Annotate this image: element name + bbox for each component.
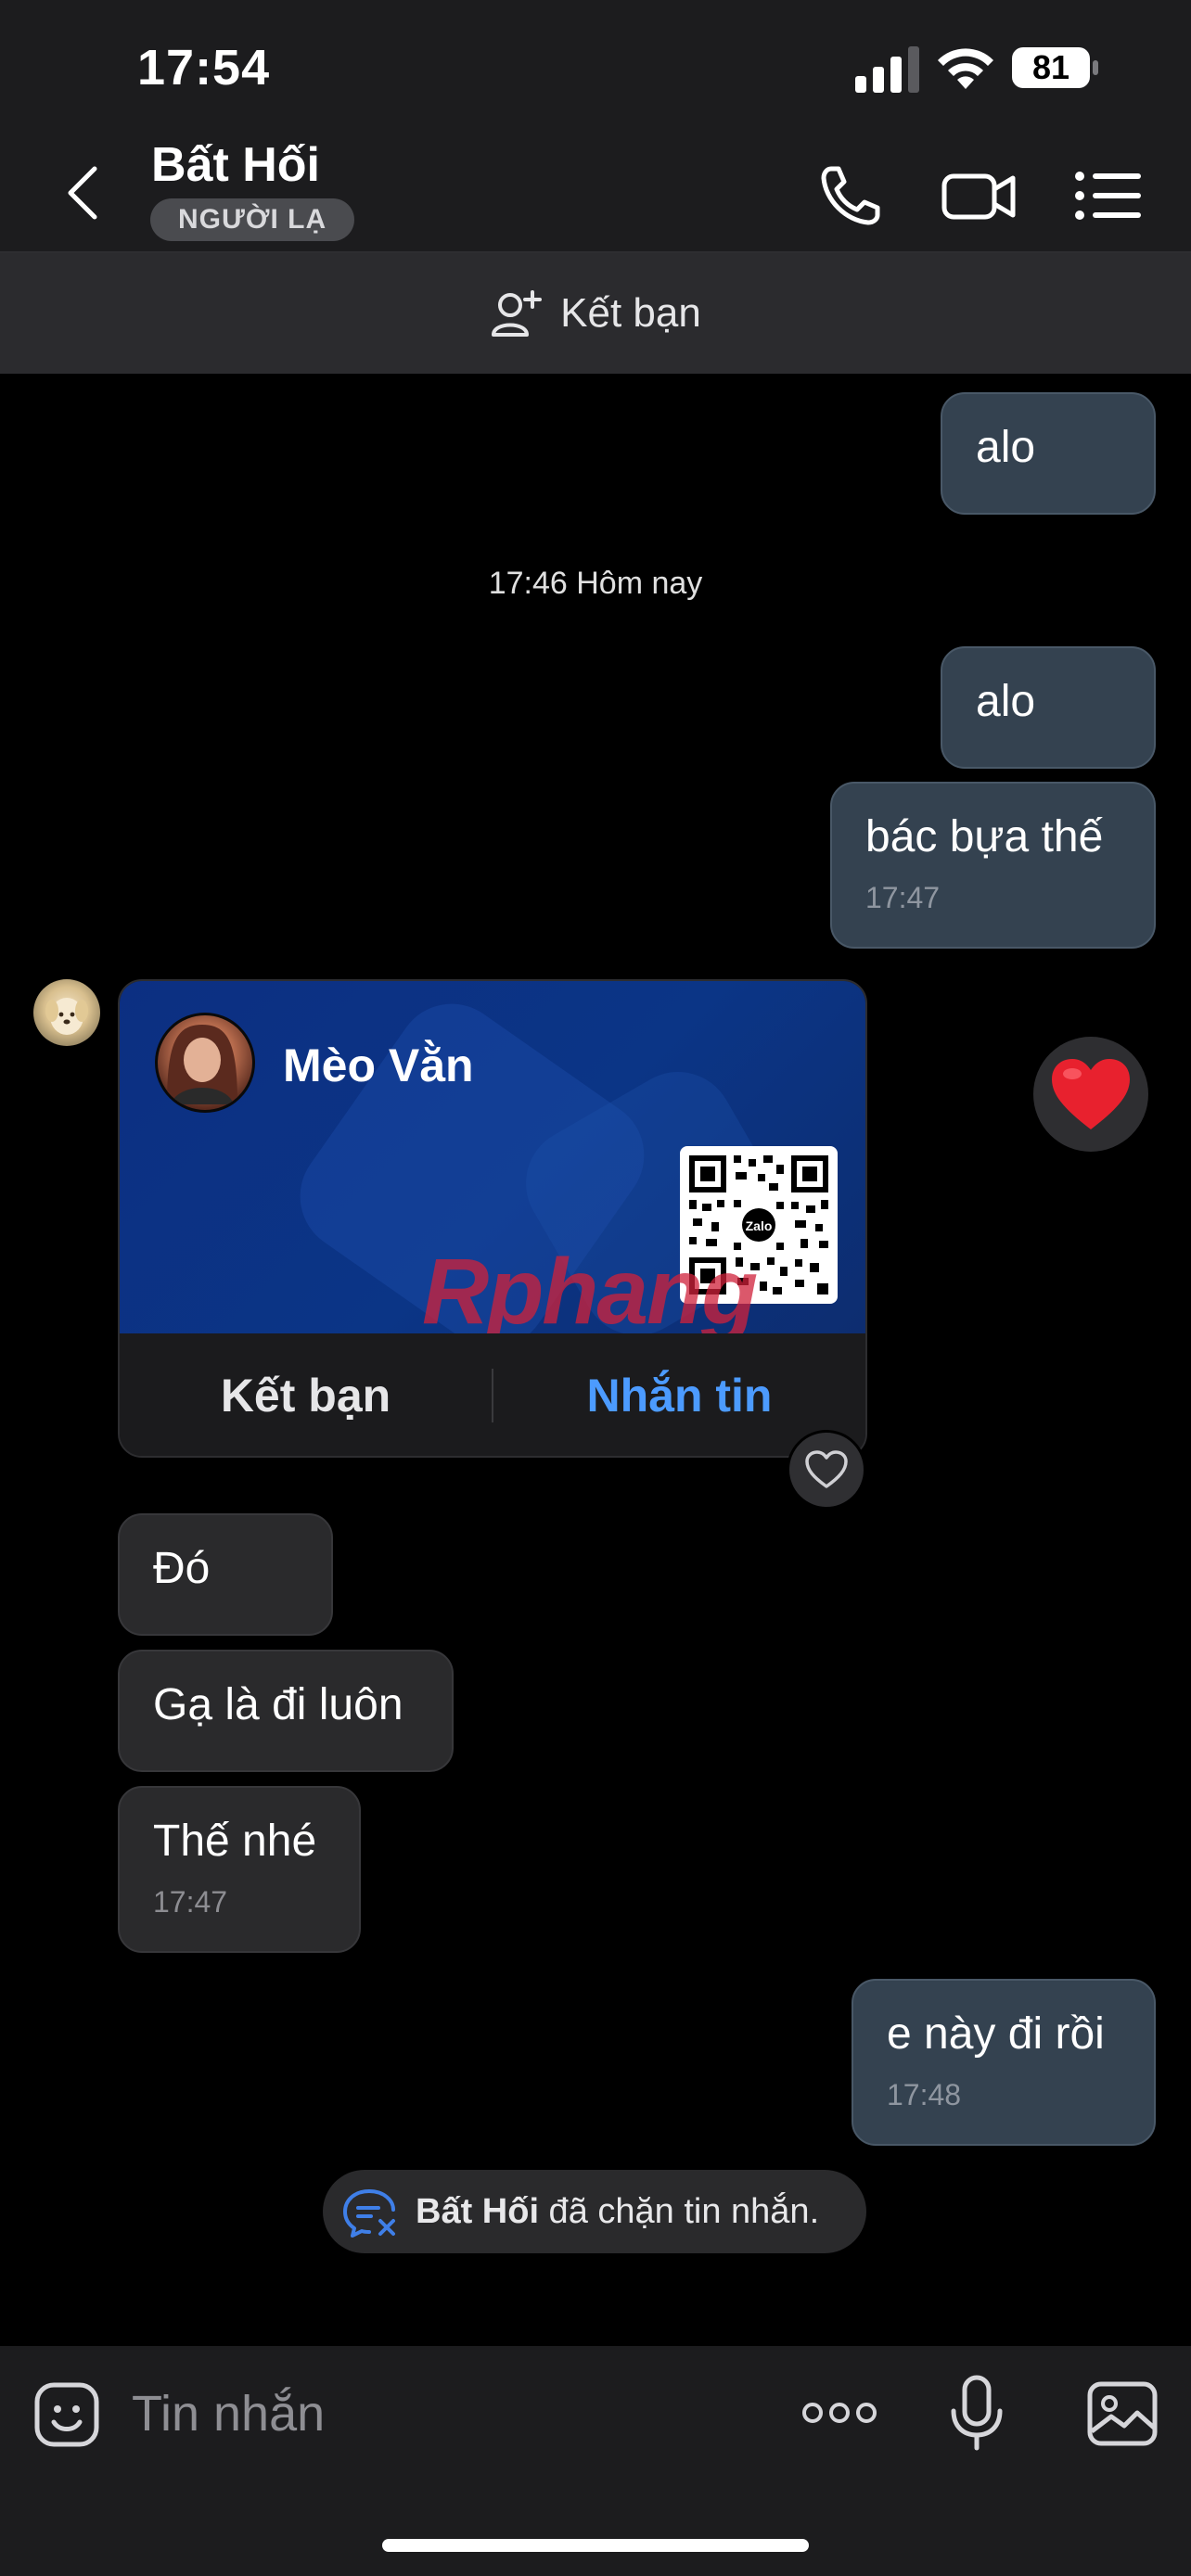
message-text: alo [976,677,1036,726]
heart-reaction[interactable] [1033,1037,1148,1152]
message-text: Gạ là đi luôn [153,1680,403,1729]
add-friend-button[interactable]: Kết bạn [0,253,1191,374]
microphone-icon[interactable] [946,2374,1007,2454]
video-call-icon[interactable] [937,154,1020,237]
message-time: 17:47 [153,1885,228,1919]
message-text: Đó [153,1544,211,1593]
phone-icon[interactable] [809,154,892,237]
message-bubble-incoming[interactable]: Gạ là đi luôn [118,1650,454,1772]
status-time: 17:54 [137,40,271,96]
message-text: Thế nhé [153,1817,317,1866]
home-indicator[interactable] [382,2539,809,2552]
blocked-notice-text: Bất Hối đã chặn tin nhắn. [416,2192,819,2232]
qr-logo-label: Zalo [746,1218,773,1233]
card-add-friend-button[interactable]: Kết bạn [120,1369,492,1422]
like-button[interactable] [787,1430,866,1510]
blocked-notice-name: Bất Hối [416,2191,539,2231]
sticker-icon[interactable] [32,2379,102,2450]
heart-outline-icon [805,1450,848,1488]
add-friend-label: Kết bạn [560,290,701,336]
message-bubble-outgoing[interactable]: alo [941,646,1156,769]
battery-level: 81 [1031,48,1070,86]
add-friend-icon [492,290,543,337]
blocked-notice-message: đã chặn tin nhắn. [539,2191,820,2231]
message-bubble-incoming[interactable]: Đó [118,1513,333,1636]
message-time: 17:47 [865,881,941,914]
message-bubble-outgoing[interactable]: alo [941,392,1156,515]
contact-card-avatar [155,1013,255,1113]
more-icon[interactable] [800,2392,879,2433]
blocked-notice: Bất Hối đã chặn tin nhắn. [323,2170,866,2253]
message-input[interactable]: Tin nhắn [132,2385,325,2442]
cellular-signal-icon [855,46,919,93]
wifi-icon [938,48,993,89]
contact-card-actions: Kết bạn Nhắn tin [120,1333,865,1456]
card-message-button[interactable]: Nhắn tin [493,1369,865,1422]
menu-icon[interactable] [1067,154,1150,237]
sender-avatar[interactable] [33,979,100,1046]
stranger-badge: NGƯỜI LẠ [150,198,355,241]
back-icon[interactable] [56,156,111,230]
message-bubble-outgoing[interactable]: bác bựa thế 17:47 [830,782,1156,949]
message-bubble-incoming[interactable]: Thế nhé 17:47 [118,1786,361,1953]
message-text: bác bựa thế [865,812,1104,861]
message-text: e này đi rồi [887,2009,1105,2059]
message-text: alo [976,423,1036,472]
message-time: 17:48 [887,2078,962,2111]
contact-card-name: Mèo Vằn [283,1039,474,1091]
watermark: Rphang [422,1240,758,1333]
contact-name[interactable]: Bất Hối [151,137,320,193]
day-separator: 17:46 Hôm nay [488,566,703,601]
image-icon[interactable] [1085,2379,1159,2448]
blocked-chat-icon [343,2189,395,2238]
battery-icon: 81 [1011,46,1100,89]
contact-card[interactable]: Mèo Vằn Zalo Rphang Kết bạn Nhắn tin [118,979,867,1458]
message-bubble-outgoing[interactable]: e này đi rồi 17:48 [852,1979,1156,2146]
heart-icon [1052,1059,1130,1129]
contact-card-banner: Mèo Vằn Zalo Rphang [120,981,865,1333]
